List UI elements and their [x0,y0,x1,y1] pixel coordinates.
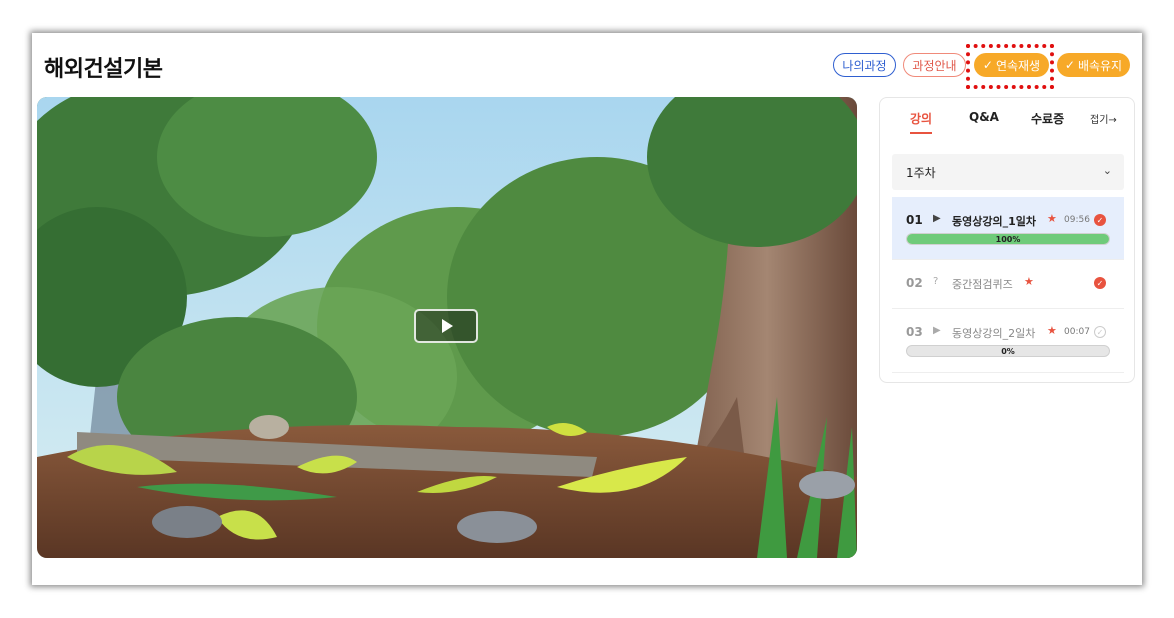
completed-check-icon: ✓ [1094,277,1106,289]
panel-tabs: 강의 Q&A 수료증 접기→ [880,98,1134,136]
lesson-title: 동영상강의_1일차 [952,215,1036,228]
lesson-title: 중간점검퀴즈 [952,278,1013,291]
video-icon: ▶ [933,325,941,336]
chevron-down-icon: ⌄ [1102,164,1112,177]
my-course-button[interactable]: 나의과정 [833,53,896,77]
week-label: 1주차 [906,165,936,180]
lesson-item-01[interactable]: 01 ▶ 동영상강의_1일차 ★ 09:56 ✓ 100% [892,197,1124,260]
completed-check-icon: ✓ [1094,214,1106,226]
speed-keep-label: 배속유지 [1077,58,1123,73]
fold-label: 접기 [1090,115,1109,126]
play-icon [442,319,453,333]
required-star-icon: ★ [1024,275,1034,288]
lesson-duration: 09:56 [1064,215,1090,225]
lesson-number: 01 [906,213,923,227]
page-title: 해외건설기본 [44,57,163,82]
required-star-icon: ★ [1047,324,1057,337]
lesson-item-03[interactable]: 03 ▶ 동영상강의_2일차 ★ 00:07 ✓ 0% [892,309,1124,373]
my-course-label: 나의과정 [842,58,887,73]
lesson-duration: 00:07 [1064,327,1090,337]
quiz-icon: ? [933,276,939,287]
lesson-number: 03 [906,325,923,339]
progress-label: 0% [1001,346,1015,356]
video-player[interactable] [37,97,857,558]
check-icon: ✓ [982,58,993,72]
progress-bar: 0% [906,345,1110,357]
lesson-item-02[interactable]: 02 ? 중간점검퀴즈 ★ ✓ [892,260,1124,309]
tab-qna[interactable]: Q&A [969,110,999,124]
lesson-number: 02 [906,276,923,290]
tab-lecture[interactable]: 강의 [910,110,932,127]
progress-label: 100% [995,234,1021,244]
progress-bar: 100% [906,233,1110,245]
speed-keep-button[interactable]: ✓ 배속유지 [1057,53,1130,77]
continuous-play-button[interactable]: ✓ 연속재생 [974,53,1049,77]
fold-button[interactable]: 접기→ [1090,111,1117,126]
lesson-title: 동영상강의_2일차 [952,327,1036,340]
app-frame: 해외건설기본 나의과정 과정안내 ✓ 연속재생 ✓ 배속유지 강의 Q&A 수료… [32,33,1142,585]
arrow-right-icon: → [1108,115,1117,126]
continuous-play-label: 연속재생 [995,58,1041,73]
active-tab-indicator [910,132,932,134]
course-guide-label: 과정안내 [912,58,957,73]
video-icon: ▶ [933,213,941,224]
required-star-icon: ★ [1047,212,1057,225]
incomplete-check-icon: ✓ [1094,326,1106,338]
lesson-panel: 강의 Q&A 수료증 접기→ 1주차 ⌄ 01 ▶ 동영상강의_1일차 ★ 09… [879,97,1135,383]
play-button[interactable] [414,309,478,343]
week-selector[interactable]: 1주차 ⌄ [892,154,1124,190]
check-icon: ✓ [1064,58,1075,72]
tab-certificate[interactable]: 수료증 [1031,110,1064,127]
course-guide-button[interactable]: 과정안내 [903,53,966,77]
